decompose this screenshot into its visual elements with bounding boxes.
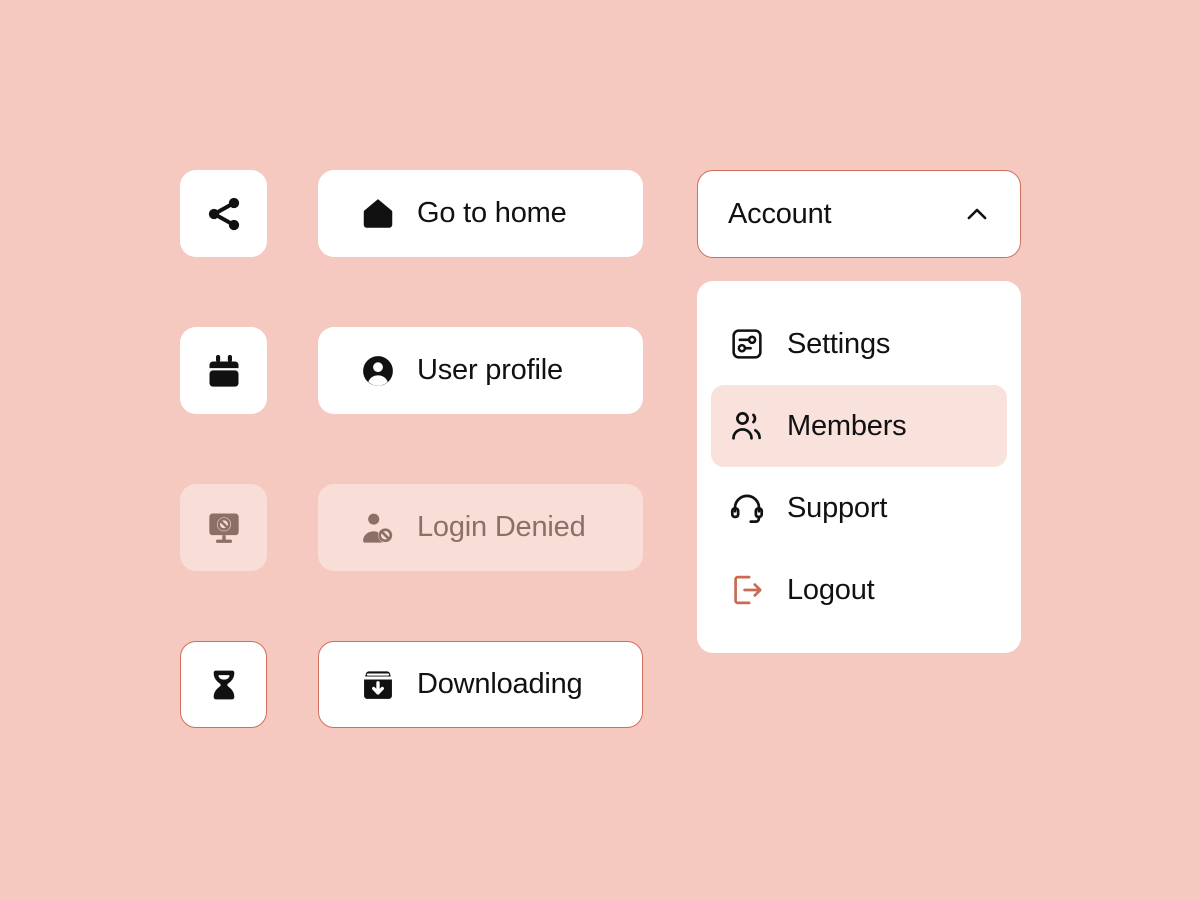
hourglass-button[interactable]	[180, 641, 267, 728]
menu-item-logout[interactable]: Logout	[711, 549, 1007, 631]
menu-item-support[interactable]: Support	[711, 467, 1007, 549]
menu-item-members[interactable]: Members	[711, 385, 1007, 467]
screen-share-off-button	[180, 484, 267, 571]
user-circle-icon	[359, 352, 397, 390]
hourglass-icon	[204, 665, 244, 705]
screen-share-off-icon	[204, 508, 244, 548]
component-showcase-canvas: Go to home User profile Login Denied Dow…	[0, 0, 1200, 900]
calendar-button[interactable]	[180, 327, 267, 414]
login-denied-button: Login Denied	[318, 484, 643, 571]
menu-item-members-label: Members	[787, 409, 907, 442]
logout-icon	[729, 572, 765, 608]
users-icon	[729, 408, 765, 444]
account-dropdown-menu: Settings Members Support Logout	[697, 281, 1021, 653]
account-dropdown-label: Account	[728, 197, 832, 230]
share-icon	[204, 194, 244, 234]
share-button[interactable]	[180, 170, 267, 257]
menu-item-support-label: Support	[787, 491, 888, 524]
home-icon	[359, 195, 397, 233]
go-to-home-button[interactable]: Go to home	[318, 170, 643, 257]
go-to-home-label: Go to home	[417, 197, 567, 229]
headset-icon	[729, 490, 765, 526]
downloading-label: Downloading	[417, 668, 583, 700]
menu-item-logout-label: Logout	[787, 573, 875, 606]
menu-item-settings[interactable]: Settings	[711, 303, 1007, 385]
labeled-button-group: Go to home User profile Login Denied Dow…	[318, 170, 643, 728]
account-dropdown: Account Settings Members Support Logout	[697, 170, 1021, 653]
calendar-icon	[204, 351, 244, 391]
user-profile-button[interactable]: User profile	[318, 327, 643, 414]
user-denied-icon	[359, 509, 397, 547]
login-denied-label: Login Denied	[417, 511, 586, 543]
package-down-icon	[359, 666, 397, 704]
downloading-button[interactable]: Downloading	[318, 641, 643, 728]
icon-button-group	[180, 170, 267, 728]
user-profile-label: User profile	[417, 354, 563, 386]
account-dropdown-trigger[interactable]: Account	[697, 170, 1021, 258]
sliders-box-icon	[729, 326, 765, 362]
chevron-up-icon[interactable]	[962, 199, 992, 229]
menu-item-settings-label: Settings	[787, 327, 891, 360]
